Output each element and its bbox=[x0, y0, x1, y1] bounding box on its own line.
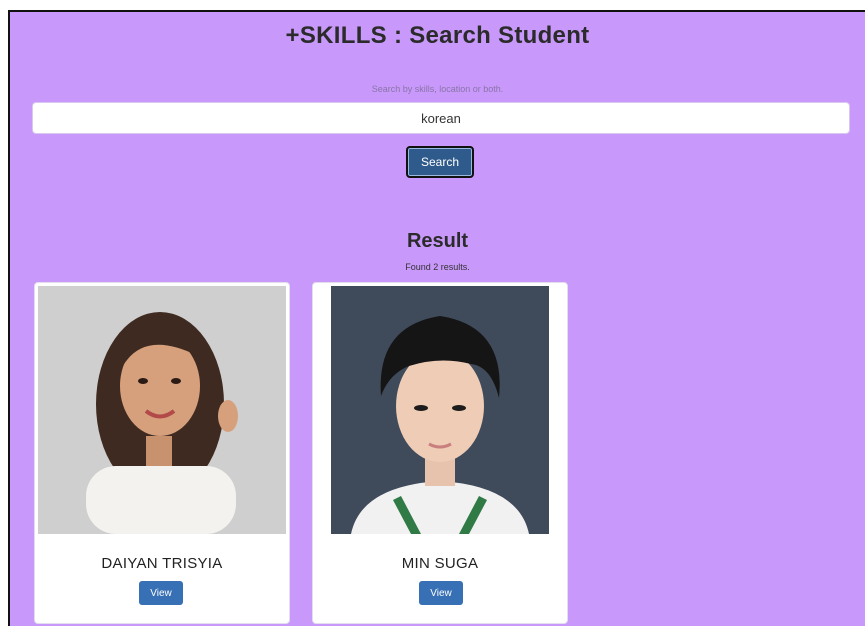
search-button[interactable]: Search bbox=[406, 146, 474, 178]
student-photo-image bbox=[331, 286, 549, 534]
page-title: +SKILLS : Search Student bbox=[285, 22, 590, 49]
view-student-button[interactable]: View bbox=[139, 581, 183, 605]
student-card: DAIYAN TRISYIA View bbox=[34, 282, 290, 624]
app-frame: +SKILLS : Search Student Search by skill… bbox=[8, 10, 865, 626]
result-count: Found 2 results. bbox=[405, 262, 470, 272]
student-photo bbox=[38, 286, 286, 534]
search-hint: Search by skills, location or both. bbox=[371, 84, 504, 94]
student-name: MIN SUGA bbox=[401, 555, 479, 572]
search-input[interactable] bbox=[32, 102, 850, 134]
student-photo-image bbox=[38, 286, 286, 534]
view-student-button[interactable]: View bbox=[419, 581, 463, 605]
result-heading: Result bbox=[406, 230, 469, 252]
student-card: MIN SUGA View bbox=[312, 282, 568, 624]
student-photo bbox=[331, 286, 549, 534]
student-name: DAIYAN TRISYIA bbox=[101, 555, 223, 572]
